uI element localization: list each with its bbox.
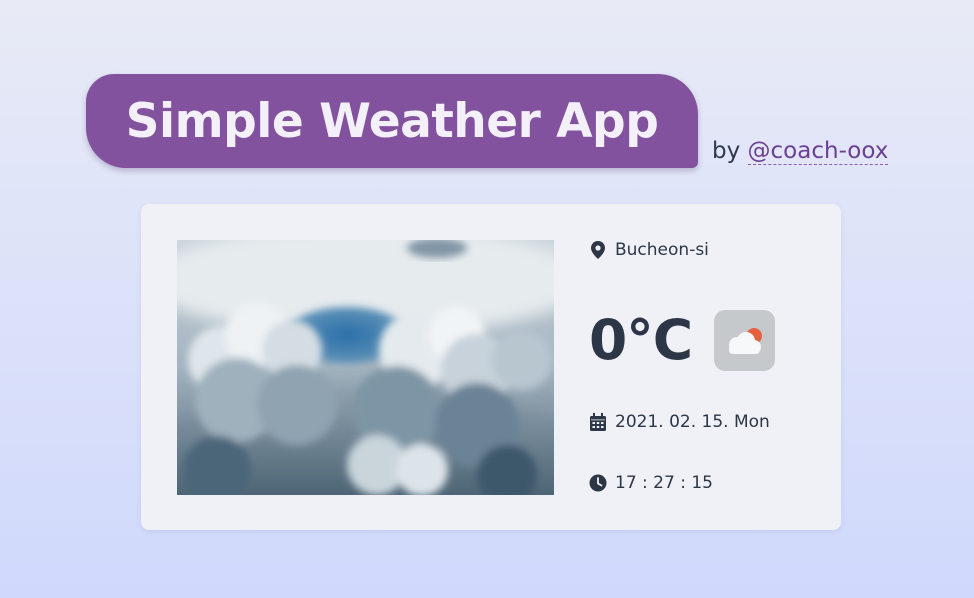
cloudy-sun-icon bbox=[714, 309, 776, 371]
weather-photo bbox=[177, 240, 554, 495]
location-row: Bucheon-si bbox=[589, 240, 709, 260]
author-link[interactable]: @coach-oox bbox=[747, 138, 889, 165]
weather-info: Bucheon-si 0°C 2021. 02. 15. Mon 17: 27… bbox=[589, 204, 829, 530]
clock-icon bbox=[589, 474, 607, 492]
title-banner: Simple Weather App bbox=[86, 74, 698, 168]
temperature-value: 0°C bbox=[589, 308, 693, 372]
date-text: 2021. 02. 15. Mon bbox=[615, 412, 770, 432]
date-row: 2021. 02. 15. Mon bbox=[589, 412, 770, 432]
location-text: Bucheon-si bbox=[615, 240, 709, 260]
weather-card: Bucheon-si 0°C 2021. 02. 15. Mon 17: 27… bbox=[141, 204, 841, 530]
map-pin-icon bbox=[589, 241, 607, 259]
calendar-icon bbox=[589, 413, 607, 431]
time-row: 17 : 27 : 15 bbox=[589, 473, 713, 493]
byline: by @coach-oox bbox=[712, 138, 889, 165]
temperature-row: 0°C bbox=[589, 308, 776, 372]
time-text: 17 : 27 : 15 bbox=[615, 473, 713, 493]
app-title: Simple Weather App bbox=[125, 93, 659, 149]
byline-prefix: by bbox=[712, 138, 741, 164]
